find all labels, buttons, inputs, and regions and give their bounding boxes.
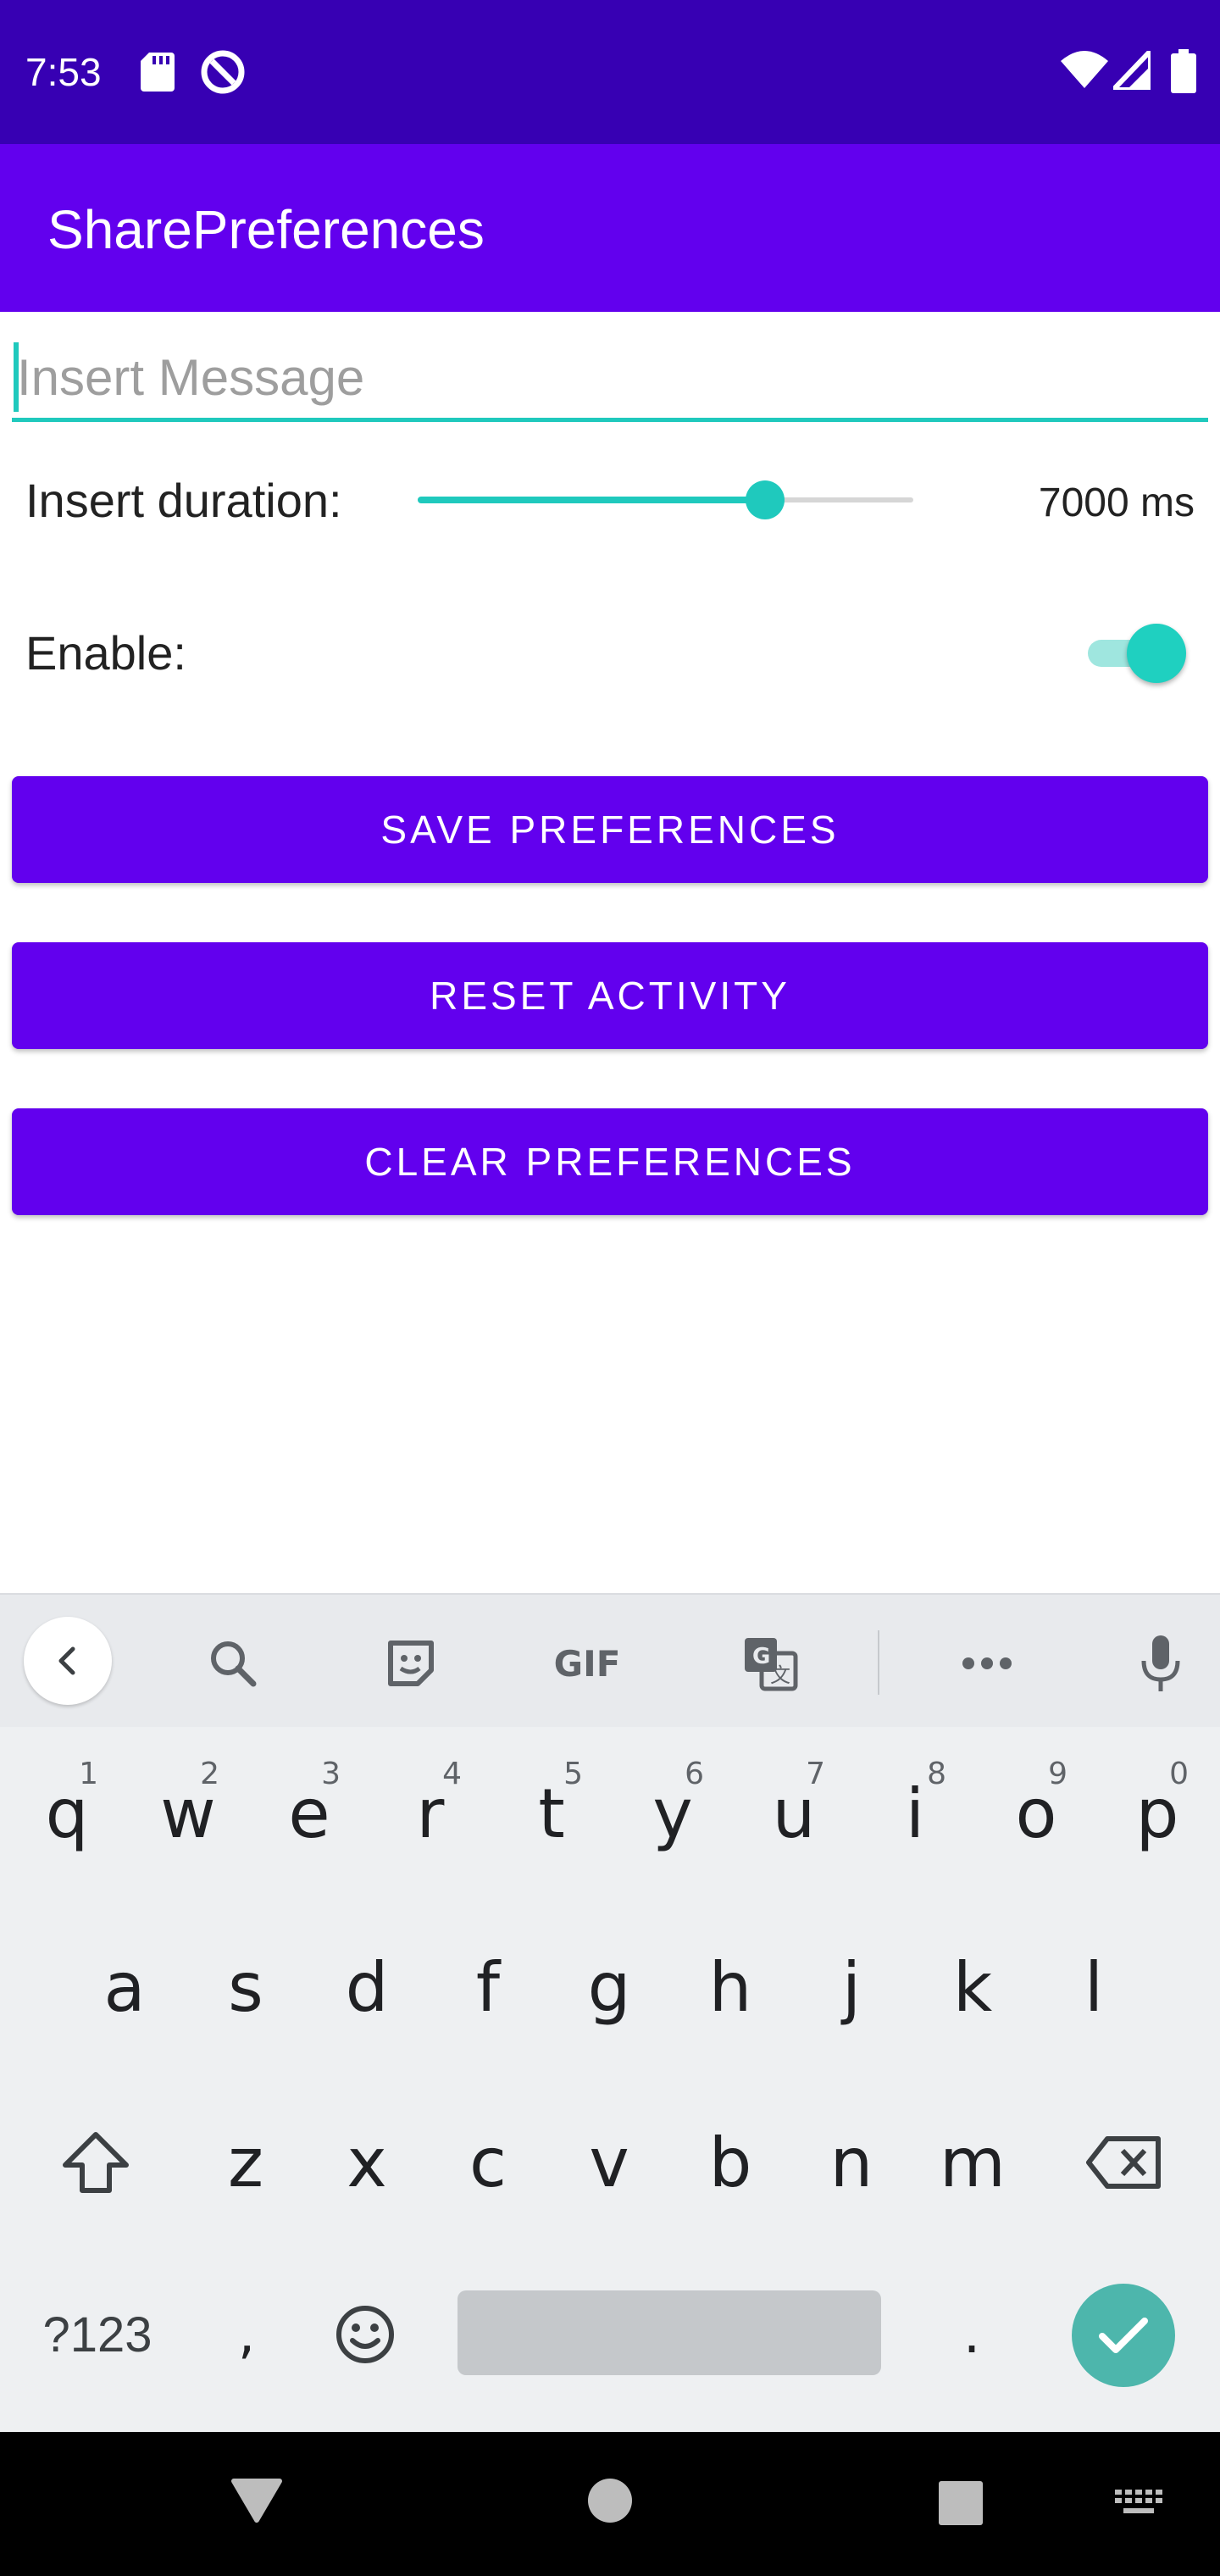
key-label: i <box>905 1774 925 1853</box>
key-hint: 9 <box>1048 1757 1068 1791</box>
back-icon[interactable] <box>24 1617 112 1705</box>
enable-switch[interactable] <box>1084 624 1186 683</box>
nav-recents-icon[interactable] <box>939 2481 983 2525</box>
key-q[interactable]: q1 <box>12 1750 122 1877</box>
shift-key[interactable] <box>41 2099 151 2226</box>
key-o[interactable]: o9 <box>981 1750 1091 1877</box>
toolbar-separator <box>878 1630 879 1695</box>
key-hint: 1 <box>79 1757 98 1791</box>
key-m[interactable]: m <box>918 2099 1028 2226</box>
space-key[interactable] <box>458 2290 881 2375</box>
keyboard-switch-icon[interactable] <box>1115 2490 1162 2518</box>
key-k[interactable]: k <box>918 1924 1028 2051</box>
key-l[interactable]: l <box>1039 1924 1149 2051</box>
enable-label: Enable: <box>25 626 186 680</box>
app-title: SharePreferences <box>47 199 485 260</box>
translate-icon[interactable]: G文 <box>732 1625 808 1702</box>
key-h[interactable]: h <box>675 1924 785 2051</box>
switch-thumb <box>1127 624 1186 683</box>
text-cursor <box>14 342 19 412</box>
duration-slider[interactable] <box>418 475 913 525</box>
save-preferences-button[interactable]: SAVE PREFERENCES <box>12 776 1208 883</box>
svg-text:文: 文 <box>770 1663 790 1687</box>
battery-icon <box>1171 49 1196 97</box>
mic-icon[interactable] <box>1123 1625 1199 1702</box>
enter-key[interactable] <box>1072 2284 1175 2387</box>
symbols-key[interactable]: ?123 <box>25 2271 169 2398</box>
data-saver-icon <box>200 49 246 99</box>
comma-key[interactable]: , <box>191 2271 302 2398</box>
key-e[interactable]: e3 <box>254 1750 364 1877</box>
key-d[interactable]: d <box>312 1924 422 2051</box>
more-icon[interactable] <box>949 1625 1025 1702</box>
wifi-icon <box>1061 51 1108 92</box>
key-i[interactable]: i8 <box>860 1750 970 1877</box>
keyboard-toolbar: GIF G文 <box>0 1593 1220 1729</box>
key-z[interactable]: z <box>191 2099 301 2226</box>
emoji-key[interactable] <box>310 2271 420 2398</box>
clear-preferences-button[interactable]: CLEAR PREFERENCES <box>12 1108 1208 1215</box>
key-t[interactable]: t5 <box>496 1750 607 1877</box>
key-y[interactable]: y6 <box>618 1750 728 1877</box>
status-time: 7:53 <box>25 50 102 94</box>
key-hint: 2 <box>200 1757 219 1791</box>
app-bar: SharePreferences <box>0 144 1220 312</box>
signal-icon <box>1106 44 1153 94</box>
sd-card-icon <box>141 53 175 96</box>
reset-activity-button[interactable]: RESET ACTIVITY <box>12 942 1208 1049</box>
navigation-bar <box>0 2432 1220 2576</box>
key-hint: 0 <box>1169 1757 1189 1791</box>
key-g[interactable]: g <box>554 1924 664 2051</box>
key-v[interactable]: v <box>554 2099 664 2226</box>
key-b[interactable]: b <box>675 2099 785 2226</box>
key-x[interactable]: x <box>312 2099 422 2226</box>
nav-back-icon[interactable] <box>230 2476 283 2523</box>
key-hint: 6 <box>685 1757 704 1791</box>
key-hint: 5 <box>563 1757 583 1791</box>
checkmark-icon <box>1099 2318 1148 2353</box>
key-a[interactable]: a <box>69 1924 180 2051</box>
key-label: r <box>416 1774 445 1853</box>
period-key[interactable]: . <box>917 2271 1027 2398</box>
sticker-icon[interactable] <box>373 1625 449 1702</box>
slider-fill <box>418 497 765 503</box>
key-label: t <box>538 1774 565 1853</box>
backspace-key[interactable] <box>1069 2099 1179 2226</box>
key-f[interactable]: f <box>433 1924 543 2051</box>
key-j[interactable]: j <box>796 1924 907 2051</box>
key-hint: 8 <box>927 1757 946 1791</box>
slider-thumb[interactable] <box>745 480 785 519</box>
svg-text:G: G <box>752 1644 770 1669</box>
status-bar: 7:53 <box>0 0 1220 144</box>
key-w[interactable]: w2 <box>133 1750 243 1877</box>
key-s[interactable]: s <box>191 1924 301 2051</box>
key-hint: 4 <box>442 1757 462 1791</box>
key-c[interactable]: c <box>433 2099 543 2226</box>
key-hint: 3 <box>321 1757 341 1791</box>
key-n[interactable]: n <box>796 2099 907 2226</box>
search-icon[interactable] <box>195 1625 271 1702</box>
key-hint: 7 <box>806 1757 825 1791</box>
key-r[interactable]: r4 <box>375 1750 485 1877</box>
key-p[interactable]: p0 <box>1102 1750 1212 1877</box>
nav-home-icon[interactable] <box>587 2478 633 2523</box>
duration-value: 7000 ms <box>1038 480 1195 525</box>
message-input[interactable] <box>12 337 1208 422</box>
duration-label: Insert duration: <box>25 474 342 527</box>
gif-icon[interactable]: GIF <box>549 1625 625 1702</box>
key-u[interactable]: u7 <box>739 1750 849 1877</box>
